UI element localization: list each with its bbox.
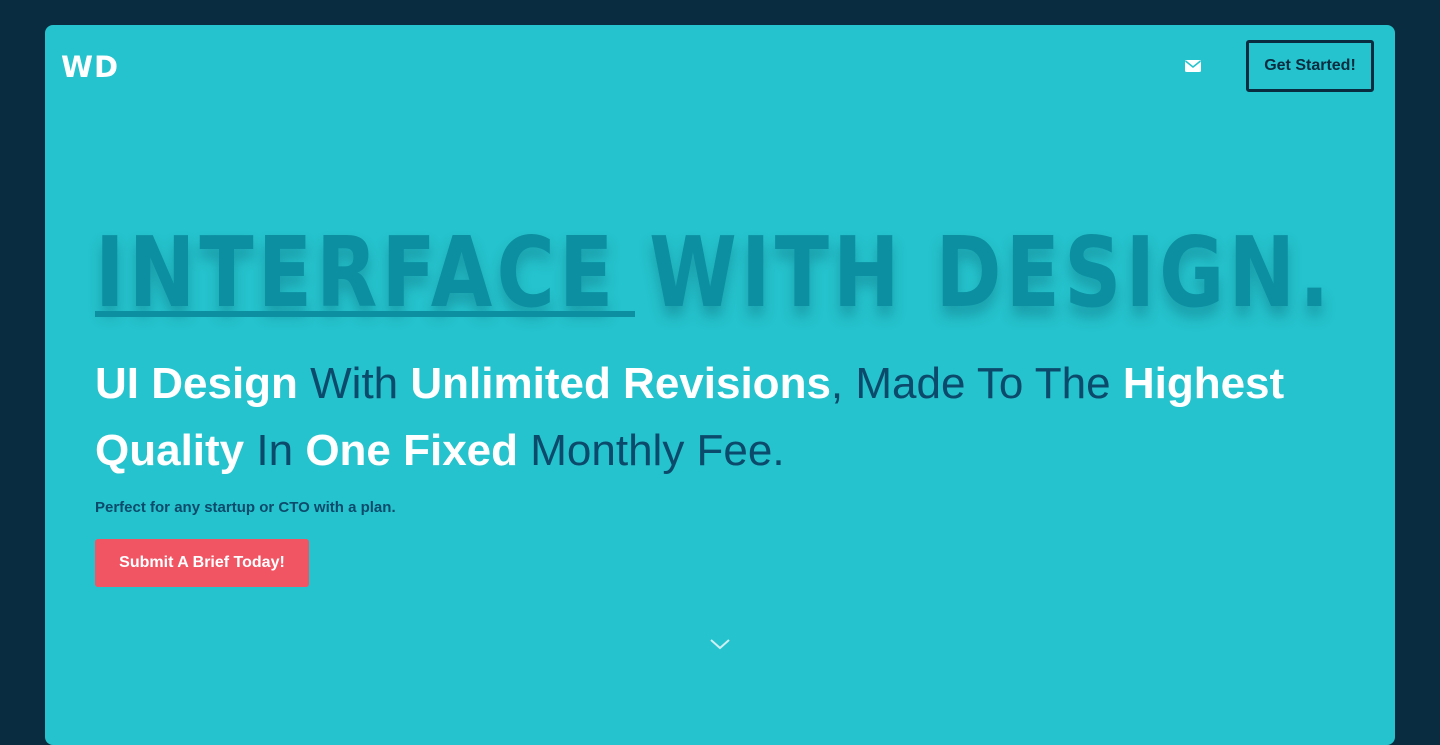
logo[interactable]: WD	[61, 51, 119, 83]
envelope-icon-graphic	[1185, 60, 1201, 72]
subheadline-highlight: UI Design	[95, 359, 298, 408]
subheadline-text: With	[297, 359, 411, 408]
subheadline-text: Monthly Fee.	[518, 426, 785, 475]
headline-underline	[95, 311, 635, 317]
subheadline-highlight: Unlimited Revisions	[410, 359, 831, 408]
tagline: Perfect for any startup or CTO with a pl…	[95, 499, 396, 516]
subheadline: UI Design With Unlimited Revisions, Made…	[95, 350, 1295, 484]
chevron-down-icon-graphic	[710, 639, 730, 650]
hero-card: WD Get Started! INTERFACE WITH DESIGN. U…	[45, 25, 1395, 745]
subheadline-text: , Made To The	[830, 359, 1123, 408]
subheadline-highlight: One Fixed	[305, 426, 519, 475]
subheadline-text: In	[244, 426, 306, 475]
envelope-icon[interactable]	[1184, 58, 1202, 74]
chevron-down-icon[interactable]	[708, 636, 732, 652]
submit-brief-button[interactable]: Submit A Brief Today!	[95, 539, 309, 587]
get-started-button[interactable]: Get Started!	[1246, 40, 1374, 92]
